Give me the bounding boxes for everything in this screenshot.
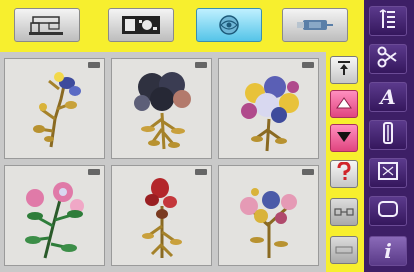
- design-tile[interactable]: [4, 165, 105, 266]
- pink-blue-flower-spray-image: [240, 188, 297, 258]
- function-panel: A i: [364, 0, 414, 272]
- red-flower-stem-image: [142, 178, 182, 258]
- scroll-down-icon: [335, 129, 353, 148]
- usb-icon: [295, 13, 335, 37]
- dark-flower-bouquet-image: [134, 72, 191, 150]
- scroll-button-column: [326, 52, 364, 272]
- connect-button[interactable]: [330, 198, 358, 226]
- scissors-button[interactable]: [369, 44, 407, 74]
- embroidery-frame-icon: [376, 198, 400, 224]
- hoop-icon: [376, 160, 400, 186]
- info-icon: i: [384, 239, 392, 263]
- scissors-icon: [376, 45, 400, 73]
- help-icon: [336, 161, 352, 186]
- blank-icon: [334, 241, 354, 260]
- embroidery-frame-button[interactable]: [369, 196, 407, 226]
- design-grid: [0, 52, 326, 272]
- info-button[interactable]: i: [369, 236, 407, 266]
- blank-button[interactable]: [330, 236, 358, 264]
- connect-icon: [334, 203, 354, 222]
- edit-list-button[interactable]: [369, 6, 407, 36]
- design-tile[interactable]: [218, 165, 319, 266]
- design-globe-icon: [211, 12, 247, 38]
- embroidery-design-selection-screen: A i: [0, 0, 414, 272]
- alphabet-icon: A: [380, 85, 396, 109]
- help-button[interactable]: [330, 160, 358, 188]
- scroll-top-icon: [335, 59, 353, 81]
- alphabet-button[interactable]: A: [369, 82, 407, 112]
- design-tile[interactable]: [111, 58, 212, 159]
- embroidery-machine-button[interactable]: [14, 8, 80, 42]
- embroidery-designs-button[interactable]: [196, 8, 262, 42]
- thread-spool-button[interactable]: [369, 120, 407, 150]
- edit-list-icon: [377, 7, 399, 35]
- scroll-down-button[interactable]: [330, 124, 358, 152]
- scroll-up-button[interactable]: [330, 90, 358, 118]
- scroll-up-icon: [335, 95, 353, 114]
- personal-designs-button[interactable]: [108, 8, 174, 42]
- folder-chip-icon: [119, 12, 163, 38]
- top-toolbar: [0, 0, 364, 52]
- yellow-blue-flower-sprig-image: [33, 72, 81, 148]
- usb-stick-button[interactable]: [282, 8, 348, 42]
- multicolor-flower-bouquet-image: [241, 76, 299, 152]
- design-tile[interactable]: [4, 58, 105, 159]
- hoop-button[interactable]: [369, 158, 407, 188]
- machine-icon: [27, 13, 67, 37]
- thread-spool-icon: [381, 121, 395, 149]
- pink-rose-branch-image: [25, 182, 84, 259]
- design-tile[interactable]: [111, 165, 212, 266]
- design-tile[interactable]: [218, 58, 319, 159]
- scroll-top-button[interactable]: [330, 56, 358, 84]
